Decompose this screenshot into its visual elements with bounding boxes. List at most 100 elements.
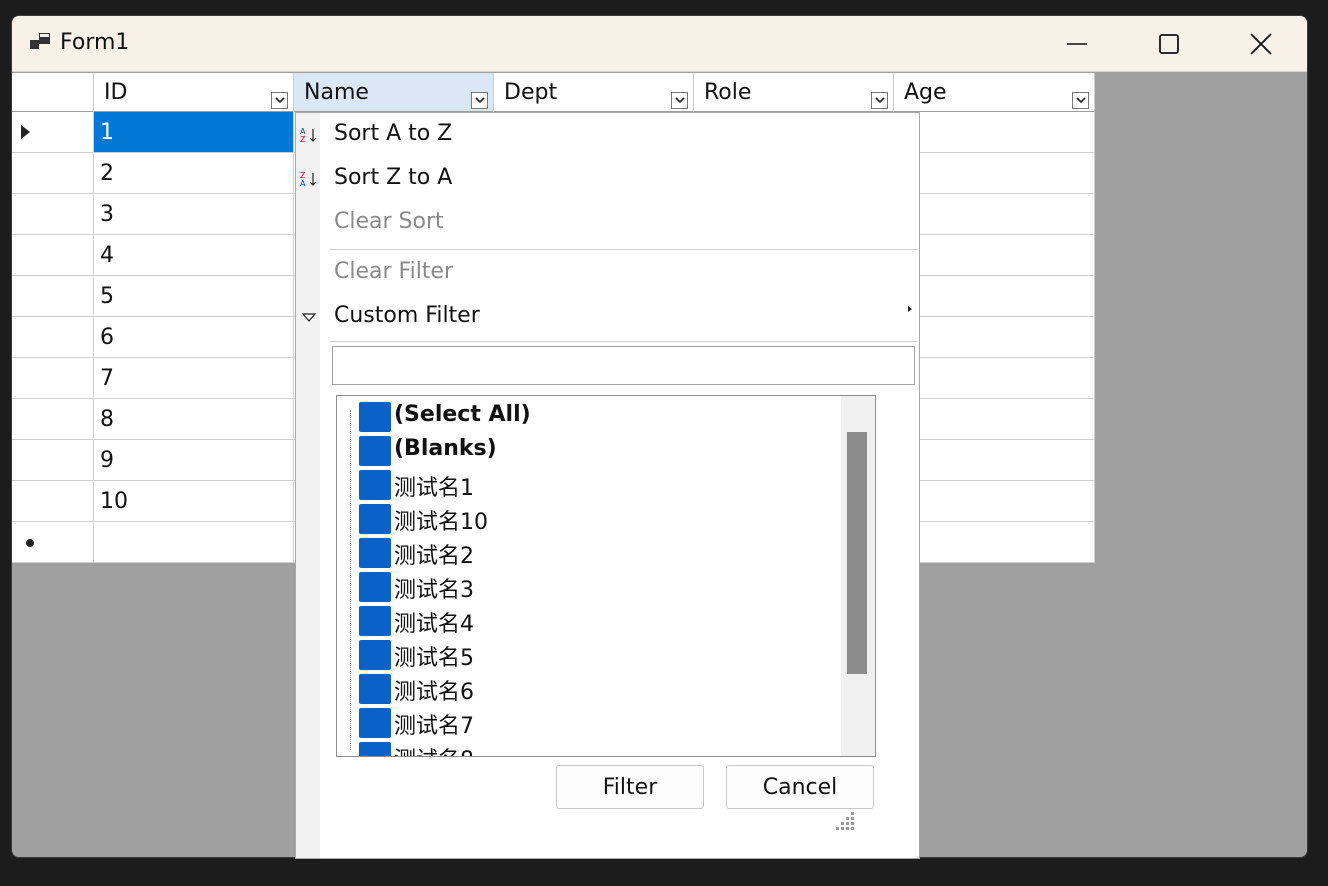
checkbox-checked[interactable]: [359, 470, 391, 500]
filter-dropdown-button[interactable]: [1072, 92, 1089, 109]
checkbox-checked[interactable]: [359, 538, 391, 568]
table-cell[interactable]: 8: [94, 399, 294, 440]
checkbox-checked[interactable]: [359, 572, 391, 602]
table-cell[interactable]: 2: [94, 153, 294, 194]
table-cell[interactable]: 1: [94, 112, 294, 153]
filter-value-item[interactable]: (Blanks): [359, 433, 839, 467]
checkbox-checked[interactable]: [359, 504, 391, 534]
checkbox-checked[interactable]: [359, 606, 391, 636]
checkbox-checked[interactable]: [359, 674, 391, 704]
row-header[interactable]: [12, 440, 94, 481]
row-header[interactable]: [12, 522, 94, 563]
filter-value-item[interactable]: 测试名6: [359, 671, 839, 705]
corner-header[interactable]: [12, 73, 94, 112]
filter-button[interactable]: Filter: [556, 765, 704, 809]
column-header-name[interactable]: Name: [294, 73, 494, 112]
resize-grip-icon[interactable]: [834, 810, 856, 832]
filter-values-list[interactable]: (Select All) (Blanks) 测试名1 测试名10 测试名2 测试名3 测试名…: [336, 395, 876, 757]
row-header[interactable]: [12, 358, 94, 399]
minimize-button[interactable]: [1031, 16, 1123, 72]
filter-search-input[interactable]: [332, 346, 915, 385]
table-cell[interactable]: 4: [894, 235, 1095, 276]
table-cell[interactable]: 3: [94, 194, 294, 235]
table-cell[interactable]: 10: [94, 481, 294, 522]
new-row-icon: [26, 539, 34, 547]
filter-value-item[interactable]: 测试名3: [359, 569, 839, 603]
filter-value-label: 测试名5: [394, 646, 474, 671]
clear-sort-item[interactable]: Clear Sort: [334, 209, 444, 234]
sort-ascending-icon: A Z: [300, 127, 317, 144]
chevron-down-icon: [674, 97, 685, 104]
filter-dropdown-button[interactable]: [471, 92, 488, 109]
column-header-id[interactable]: ID: [94, 73, 294, 112]
filter-value-item[interactable]: 测试名4: [359, 603, 839, 637]
row-header[interactable]: [12, 235, 94, 276]
clear-filter-item[interactable]: Clear Filter: [334, 259, 453, 284]
checkbox-checked[interactable]: [359, 436, 391, 466]
sort-descending-icon: Z A: [300, 171, 317, 188]
close-button[interactable]: [1215, 16, 1307, 72]
table-cell[interactable]: 7: [894, 358, 1095, 399]
row-header[interactable]: [12, 194, 94, 235]
table-cell[interactable]: 7: [94, 358, 294, 399]
sort-a-to-z-item[interactable]: Sort A to Z: [334, 121, 452, 146]
checkbox-checked[interactable]: [359, 742, 391, 756]
checkbox-checked[interactable]: [359, 402, 391, 432]
table-cell[interactable]: 4: [94, 235, 294, 276]
filter-value-item[interactable]: 测试名5: [359, 637, 839, 671]
filter-dropdown-button[interactable]: [271, 92, 288, 109]
table-cell[interactable]: 6: [894, 317, 1095, 358]
checkbox-checked[interactable]: [359, 640, 391, 670]
maximize-button[interactable]: [1123, 16, 1215, 72]
filter-value-label: 测试名8: [394, 742, 474, 756]
row-header[interactable]: [12, 153, 94, 194]
table-cell[interactable]: 8: [894, 399, 1095, 440]
row-header[interactable]: [12, 399, 94, 440]
column-header-age[interactable]: Age: [894, 73, 1095, 112]
app-icon: [30, 33, 50, 49]
row-header[interactable]: [12, 112, 94, 153]
table-cell[interactable]: 6: [94, 317, 294, 358]
svg-text:A: A: [300, 179, 306, 188]
filter-dropdown-button[interactable]: [671, 92, 688, 109]
column-header-label: Role: [704, 80, 752, 105]
table-cell[interactable]: 1: [894, 112, 1095, 153]
column-header-label: Name: [304, 80, 369, 105]
filter-value-item[interactable]: 测试名8: [359, 739, 839, 756]
row-header[interactable]: [12, 481, 94, 522]
close-icon: [1250, 33, 1272, 55]
table-cell[interactable]: 3: [894, 194, 1095, 235]
custom-filter-item[interactable]: Custom Filter: [334, 303, 480, 328]
filter-value-item[interactable]: (Select All): [359, 399, 839, 433]
column-filter-popup[interactable]: A Z Sort A to Z Z A Sort Z to A Clear So…: [295, 112, 920, 859]
row-header[interactable]: [12, 276, 94, 317]
table-cell[interactable]: 5: [894, 276, 1095, 317]
chevron-down-icon: [874, 97, 885, 104]
minimize-icon: [1067, 43, 1087, 45]
cancel-button[interactable]: Cancel: [726, 765, 874, 809]
filter-value-item[interactable]: 测试名10: [359, 501, 839, 535]
column-header-dept[interactable]: Dept: [494, 73, 694, 112]
filter-value-label: 测试名1: [394, 476, 474, 501]
table-cell[interactable]: 2: [894, 153, 1095, 194]
sort-z-to-a-item[interactable]: Sort Z to A: [334, 165, 452, 190]
tree-connector-line: [350, 410, 351, 750]
filter-dropdown-button[interactable]: [871, 92, 888, 109]
filter-value-item[interactable]: 测试名1: [359, 467, 839, 501]
checkbox-checked[interactable]: [359, 708, 391, 738]
column-header-role[interactable]: Role: [694, 73, 894, 112]
filter-value-item[interactable]: 测试名7: [359, 705, 839, 739]
menu-separator: [329, 249, 917, 250]
table-cell[interactable]: 0: [894, 481, 1095, 522]
scrollbar-thumb[interactable]: [847, 432, 867, 674]
table-cell[interactable]: [894, 522, 1095, 563]
title-bar[interactable]: Form1: [12, 16, 1307, 72]
table-cell[interactable]: [94, 522, 294, 563]
window-title: Form1: [60, 30, 130, 55]
table-cell[interactable]: 9: [94, 440, 294, 481]
table-cell[interactable]: 9: [894, 440, 1095, 481]
row-header[interactable]: [12, 317, 94, 358]
filter-value-item[interactable]: 测试名2: [359, 535, 839, 569]
table-cell[interactable]: 5: [94, 276, 294, 317]
list-scrollbar[interactable]: [841, 396, 875, 756]
